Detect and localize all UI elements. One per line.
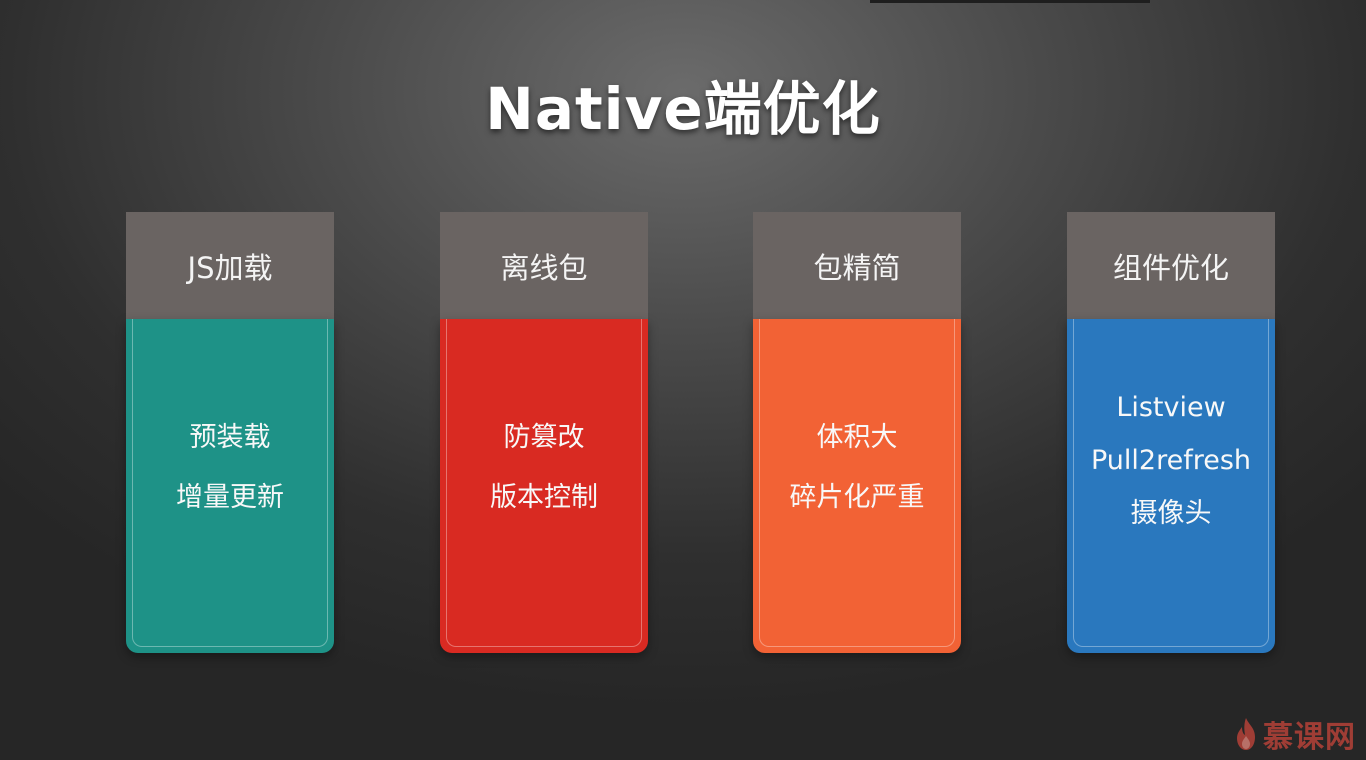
card-item: 碎片化严重	[789, 481, 925, 513]
card-body: Listview Pull2refresh 摄像头	[1067, 319, 1275, 653]
slide-title: Native端优化	[485, 75, 881, 143]
card-item: 版本控制	[490, 481, 598, 513]
card-package-slimming: 包精简 体积大 碎片化严重	[753, 212, 961, 653]
top-edge-bar	[870, 0, 1150, 3]
flame-icon	[1237, 718, 1255, 750]
card-body: 预装载 增量更新	[126, 319, 334, 653]
card-item: 预装载	[189, 421, 271, 453]
card-body-inner: 防篡改 版本控制	[446, 319, 642, 647]
card-header: 包精简	[753, 212, 961, 319]
card-item: 摄像头	[1130, 498, 1212, 529]
card-header: 离线包	[440, 212, 648, 319]
card-body: 体积大 碎片化严重	[753, 319, 961, 653]
watermark: 慕课网	[1233, 712, 1356, 756]
watermark-text: 慕课网	[1263, 720, 1356, 755]
card-item: 体积大	[816, 421, 898, 453]
card-header: JS加载	[126, 212, 334, 319]
card-item: Pull2refresh	[1090, 445, 1252, 476]
card-offline-package: 离线包 防篡改 版本控制	[440, 212, 648, 653]
card-js-loading: JS加载 预装载 增量更新	[126, 212, 334, 653]
card-body-inner: 预装载 增量更新	[132, 319, 328, 647]
card-item: 增量更新	[176, 481, 284, 513]
card-header: 组件优化	[1067, 212, 1275, 319]
card-item: Listview	[1116, 392, 1226, 423]
card-body: 防篡改 版本控制	[440, 319, 648, 653]
card-component-optimization: 组件优化 Listview Pull2refresh 摄像头	[1067, 212, 1275, 653]
card-item: 防篡改	[503, 421, 585, 453]
card-body-inner: 体积大 碎片化严重	[759, 319, 955, 647]
card-body-inner: Listview Pull2refresh 摄像头	[1073, 319, 1269, 647]
